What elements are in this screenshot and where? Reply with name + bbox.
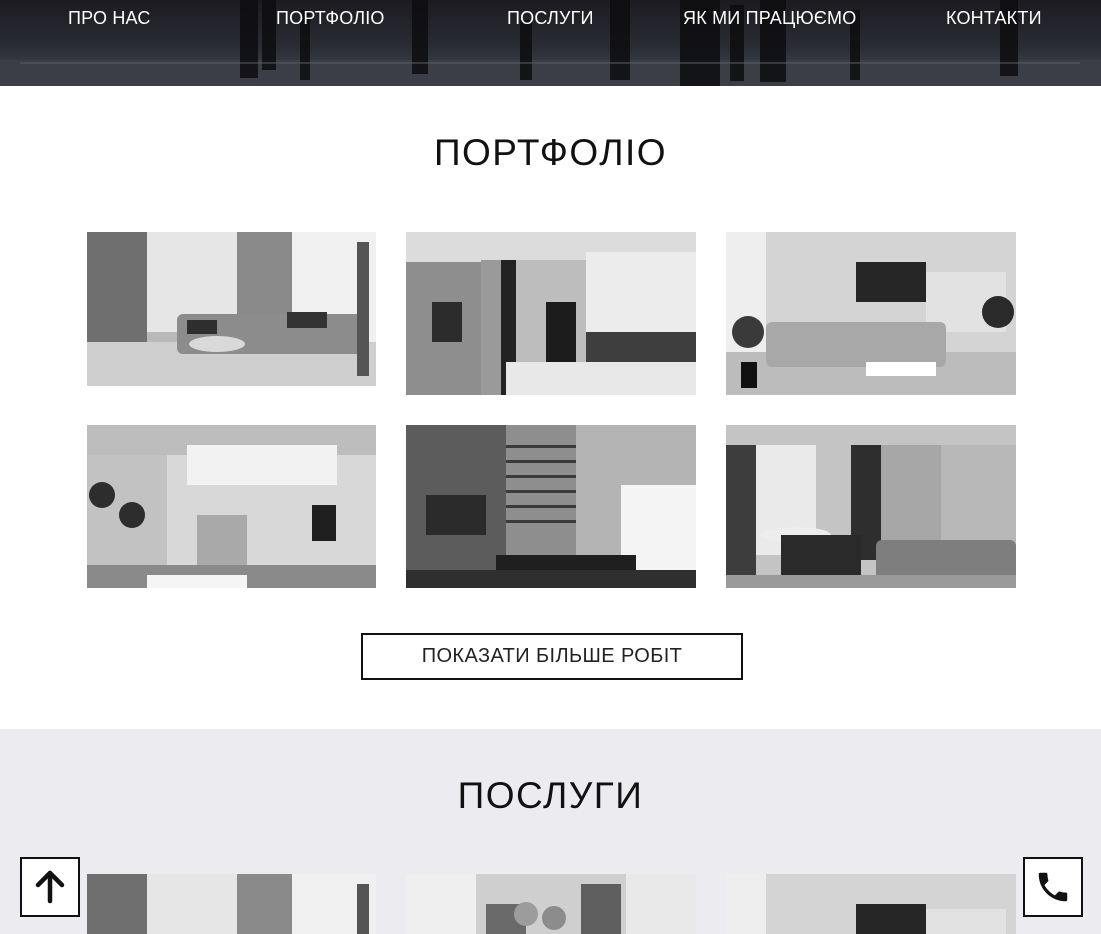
scroll-to-top-button[interactable] [20,857,80,917]
nav-item-about[interactable]: ПРО НАС [68,8,151,29]
arrow-up-icon [35,870,65,904]
portfolio-item[interactable] [726,425,1016,588]
phone-icon [1038,872,1068,902]
service-card[interactable] [87,874,376,934]
site-header: ПРО НАС ПОРТФОЛІО ПОСЛУГИ ЯК МИ ПРАЦЮЄМО… [0,0,1101,86]
service-image [87,874,376,934]
nav-item-contacts[interactable]: КОНТАКТИ [946,8,1042,29]
portfolio-item[interactable] [726,232,1016,395]
call-button[interactable] [1023,857,1083,917]
dining-room-image [406,425,696,588]
portfolio-item[interactable] [87,425,376,588]
service-card[interactable] [726,874,1016,934]
service-image [726,874,1016,934]
nav-item-how-we-work[interactable]: ЯК МИ ПРАЦЮЄМО [683,8,856,29]
service-card[interactable] [406,874,696,934]
portfolio-item[interactable] [87,232,376,386]
main-nav: ПРО НАС ПОРТФОЛІО ПОСЛУГИ ЯК МИ ПРАЦЮЄМО… [0,0,1101,40]
portfolio-item[interactable] [406,425,696,588]
service-image [406,874,696,934]
open-space-image [726,232,1016,395]
living-room-image [87,232,376,386]
dental-clinic-image [87,425,376,588]
portfolio-item[interactable] [406,232,696,395]
services-title: ПОСЛУГИ [457,775,644,816]
portfolio-title: ПОРТФОЛІО [433,132,668,173]
nav-item-portfolio[interactable]: ПОРТФОЛІО [276,8,385,29]
show-more-button[interactable]: ПОКАЗАТИ БІЛЬШЕ РОБІТ [361,633,743,680]
kitchen-image [406,232,696,395]
lounge-image [726,425,1016,588]
services-section: ПОСЛУГИ [0,729,1101,934]
nav-item-services[interactable]: ПОСЛУГИ [507,8,594,29]
